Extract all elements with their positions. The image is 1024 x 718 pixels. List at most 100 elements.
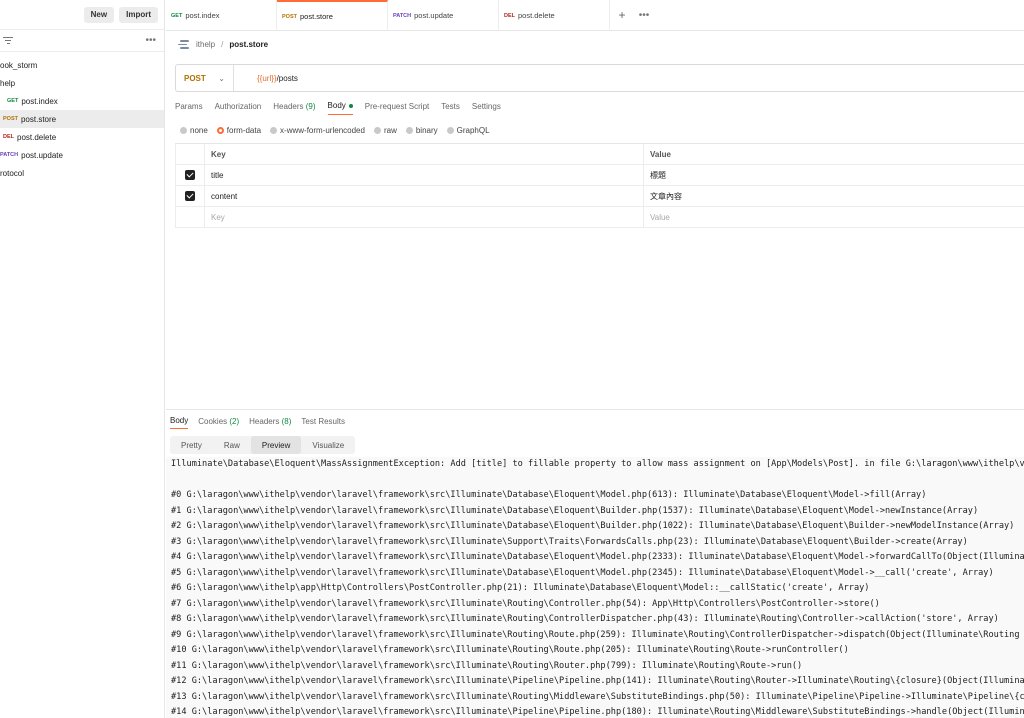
filter-icon[interactable]: [3, 36, 13, 45]
sidebar-collection-item[interactable]: ook_storm: [0, 56, 164, 74]
radio-label: GraphQL: [456, 125, 490, 135]
view-preview[interactable]: Preview: [250, 436, 302, 454]
sidebar-request-item[interactable]: PATCH post.update: [0, 146, 164, 164]
radio-checked-icon: [216, 126, 224, 134]
ellipsis-icon[interactable]: •••: [145, 35, 156, 45]
view-visualize[interactable]: Visualize: [301, 436, 355, 454]
method-value: POST: [184, 73, 206, 83]
radio-binary[interactable]: binary: [405, 125, 438, 135]
radio-graphql[interactable]: GraphQL: [446, 125, 490, 135]
response-line: #5 G:\laragon\www\ithelp\vendor\laravel\…: [171, 567, 994, 578]
response-view-modes: Pretty Raw Preview Visualize: [170, 436, 356, 454]
new-button[interactable]: New: [83, 6, 115, 23]
new-value-input[interactable]: Value: [643, 207, 1024, 227]
tab-method: PATCH: [393, 12, 412, 19]
response-tab-cookies[interactable]: Cookies (2): [198, 413, 239, 429]
sidebar: New Import ••• ook_storm help GET post.inde…: [0, 0, 165, 718]
tab-method: GET: [171, 12, 183, 19]
response-tab-test-results[interactable]: Test Results: [301, 413, 345, 429]
response-line: #12 G:\laragon\www\ithelp\vendor\laravel…: [171, 676, 1024, 686]
radio-form-data[interactable]: form-data: [216, 126, 261, 135]
url-path: /posts: [276, 73, 298, 83]
tab-post-update[interactable]: PATCH post.update: [388, 0, 499, 31]
import-button[interactable]: Import: [119, 6, 158, 23]
view-pretty[interactable]: Pretty: [170, 436, 213, 454]
sidebar-item-label: rotocol: [0, 168, 25, 178]
response-blank-line: [166, 473, 1024, 489]
row-check-cell: [175, 207, 204, 227]
breadcrumb-collection[interactable]: ithelp: [196, 40, 215, 49]
radio-urlencoded[interactable]: x-www-form-urlencoded: [270, 126, 365, 135]
request-method-badge: PATCH: [0, 152, 19, 158]
radio-none[interactable]: none: [180, 126, 208, 135]
response-line: #4 G:\laragon\www\ithelp\vendor\laravel\…: [171, 552, 1024, 562]
breadcrumb-request[interactable]: post.store: [229, 40, 268, 49]
tab-settings[interactable]: Settings: [472, 97, 501, 115]
tab-post-index[interactable]: GET post.index: [166, 0, 277, 31]
request-method-badge: POST: [3, 116, 18, 122]
breadcrumb-separator: /: [221, 39, 224, 49]
radio-raw[interactable]: raw: [373, 125, 397, 135]
new-tab-plus-icon[interactable]: +: [610, 0, 634, 30]
body-indicator-dot: [348, 103, 353, 108]
tab-headers-count: (9): [305, 101, 316, 111]
response-body-preview: Illuminate\Database\Eloquent\MassAssignm…: [166, 457, 1024, 718]
tab-authorization[interactable]: Authorization: [215, 97, 262, 115]
tab-ellipsis-icon[interactable]: •••: [634, 0, 654, 30]
response-line: #2 G:\laragon\www\ithelp\vendor\laravel\…: [171, 521, 1015, 531]
request-method-badge: GET: [7, 98, 19, 104]
request-config-tabs: Params Authorization Headers (9) Body Pr…: [175, 97, 501, 115]
row-enabled-checkbox[interactable]: [185, 170, 195, 180]
url-variable: {{url}}: [257, 73, 277, 83]
headers-count: (8): [281, 416, 292, 426]
response-line: #1 G:\laragon\www\ithelp\vendor\laravel\…: [171, 505, 979, 516]
radio-unchecked-icon: [270, 126, 278, 134]
tab-body[interactable]: Body: [327, 97, 353, 115]
tab-params[interactable]: Params: [175, 97, 203, 115]
tab-pre-request-script[interactable]: Pre-request Script: [365, 97, 429, 115]
tab-post-delete[interactable]: DEL post.delete: [499, 0, 610, 31]
view-raw[interactable]: Raw: [213, 436, 251, 454]
row-value-field[interactable]: 標題: [643, 165, 1024, 185]
sidebar-collection-item[interactable]: help: [0, 74, 164, 92]
sidebar-request-item[interactable]: POST post.store: [0, 110, 164, 128]
sidebar-collection-item[interactable]: rotocol: [0, 164, 164, 182]
tab-label: post.update: [414, 11, 454, 20]
tab-post-store[interactable]: POST post.store: [277, 0, 388, 31]
url-input[interactable]: {{url}}/posts: [234, 65, 1024, 91]
url-bar: POST ⌄ {{url}}/posts: [175, 64, 1024, 92]
response-line: #11 G:\laragon\www\ithelp\vendor\laravel…: [171, 660, 803, 671]
tab-method: POST: [282, 13, 297, 20]
radio-unchecked-icon: [405, 126, 413, 134]
table-header-row: Key Value: [175, 144, 1024, 165]
row-key-field[interactable]: content: [204, 186, 643, 206]
radio-label: none: [190, 125, 208, 135]
new-key-input[interactable]: Key: [204, 207, 643, 227]
sidebar-item-label: post.delete: [17, 132, 57, 142]
method-select[interactable]: POST ⌄: [176, 65, 234, 91]
sidebar-request-item[interactable]: GET post.index: [0, 92, 164, 110]
row-key-field[interactable]: title: [204, 165, 643, 185]
sidebar-filter-bar: •••: [0, 30, 164, 52]
tab-label: post.delete: [518, 11, 555, 20]
row-check-cell: [175, 165, 204, 185]
tab-tests[interactable]: Tests: [441, 97, 460, 115]
sidebar-item-label: post.update: [21, 150, 63, 160]
response-divider[interactable]: [166, 409, 1024, 410]
row-enabled-checkbox[interactable]: [185, 191, 195, 201]
table-row: content 文章內容: [175, 186, 1024, 207]
response-line: #3 G:\laragon\www\ithelp\vendor\laravel\…: [171, 536, 968, 547]
http-request-icon: [178, 39, 190, 49]
table-new-row: Key Value: [175, 207, 1024, 228]
radio-label: binary: [415, 125, 438, 135]
tab-headers[interactable]: Headers (9): [273, 97, 315, 115]
row-value-field[interactable]: 文章內容: [643, 186, 1024, 206]
radio-label: raw: [383, 125, 397, 135]
request-tab-bar: GET post.index POST post.store PATCH pos…: [166, 0, 1024, 31]
response-tab-headers[interactable]: Headers (8): [249, 413, 291, 429]
form-data-table: Key Value title 標題 content 文章內容 Key Valu…: [175, 143, 1024, 228]
radio-unchecked-icon: [373, 126, 381, 134]
key-column-header: Key: [204, 144, 643, 164]
sidebar-request-item[interactable]: DEL post.delete: [0, 128, 164, 146]
response-tab-body[interactable]: Body: [170, 413, 189, 429]
